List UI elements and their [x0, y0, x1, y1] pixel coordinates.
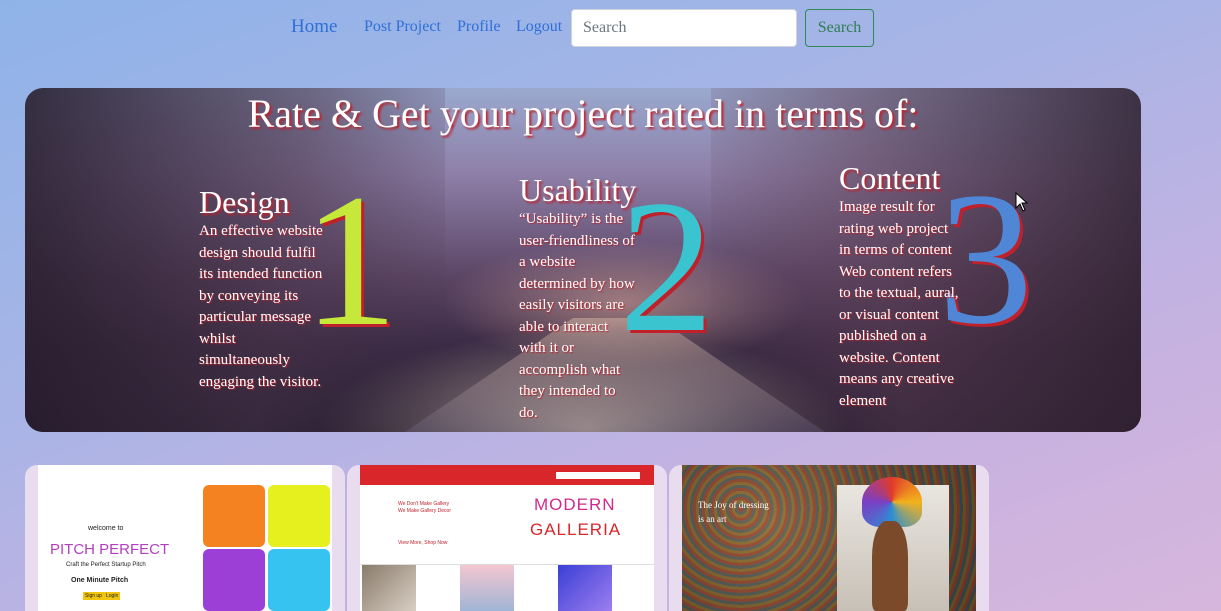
- project-screenshot: We Don't Make Gallery We Make Gallery De…: [360, 465, 654, 611]
- headphones-tile: [268, 549, 330, 611]
- dressing-title-1: The Joy of dressing: [698, 500, 769, 510]
- microphone-tile: [268, 485, 330, 547]
- microphone-tile: [203, 485, 265, 547]
- home-link[interactable]: Home: [291, 16, 337, 38]
- criterion-content: Content Image result for rating web proj…: [839, 160, 961, 412]
- gallery-tagline-2: We Make Gallery Decor: [398, 508, 451, 514]
- pitch-tagline: Craft the Perfect Startup Pitch: [66, 562, 146, 568]
- criterion-description: Image result for rating web project in t…: [839, 199, 959, 409]
- abstract-thumbnail: [558, 565, 612, 611]
- search-input[interactable]: [571, 9, 797, 47]
- criterion-design: Design An effective website design shoul…: [199, 184, 323, 393]
- mouse-pointer-icon: [1015, 192, 1029, 212]
- pitch-perfect-title: PITCH PERFECT: [50, 541, 170, 558]
- kittens-thumbnail: [362, 565, 416, 611]
- criterion-heading: Design: [199, 184, 290, 220]
- galleria-title-1: MODERN: [534, 495, 616, 514]
- criterion-heading: Content: [839, 160, 941, 196]
- woman-illustration: [872, 521, 908, 611]
- seaside-thumbnail: [460, 565, 514, 611]
- search-button[interactable]: Search: [805, 9, 874, 47]
- login-mini-button: Login: [104, 592, 121, 600]
- banner-title: Rate & Get your project rated in terms o…: [247, 91, 919, 136]
- logout-link[interactable]: Logout: [516, 18, 562, 36]
- profile-link[interactable]: Profile: [457, 18, 501, 36]
- navbar: Home Post Project Profile Logout Search: [0, 0, 1221, 56]
- microphone-tile: [203, 549, 265, 611]
- project-screenshot: The Joy of dressing is an art: [682, 465, 976, 611]
- criterion-usability: Usability “Usability” is the user-friend…: [519, 172, 637, 424]
- welcome-text: welcome to: [88, 525, 124, 532]
- headwrap-illustration: [862, 477, 922, 527]
- project-card-pitch-perfect[interactable]: welcome to PITCH PERFECT Craft the Perfe…: [25, 465, 345, 611]
- project-card-joy-of-dressing[interactable]: The Joy of dressing is an art: [669, 465, 989, 611]
- signup-mini-button: Sign up: [83, 592, 104, 600]
- mini-search-bar: [556, 472, 640, 479]
- criterion-description: “Usability” is the user-friendliness of …: [519, 211, 635, 421]
- criterion-heading: Usability: [519, 172, 637, 208]
- post-project-link[interactable]: Post Project: [364, 18, 441, 36]
- dressing-title-2: is an art: [698, 514, 727, 524]
- rating-criteria-banner: Rate & Get your project rated in terms o…: [25, 88, 1141, 432]
- gallery-tagline-1: We Don't Make Gallery: [398, 501, 450, 507]
- project-card-modern-galleria[interactable]: We Don't Make Gallery We Make Gallery De…: [347, 465, 667, 611]
- project-screenshot: welcome to PITCH PERFECT Craft the Perfe…: [38, 465, 332, 611]
- pitch-subtitle: One Minute Pitch: [71, 577, 129, 584]
- galleria-title-2: GALLERIA: [530, 520, 622, 539]
- gallery-link: View More, Shop Now: [398, 540, 448, 546]
- criterion-description: An effective website design should fulfi…: [199, 223, 323, 390]
